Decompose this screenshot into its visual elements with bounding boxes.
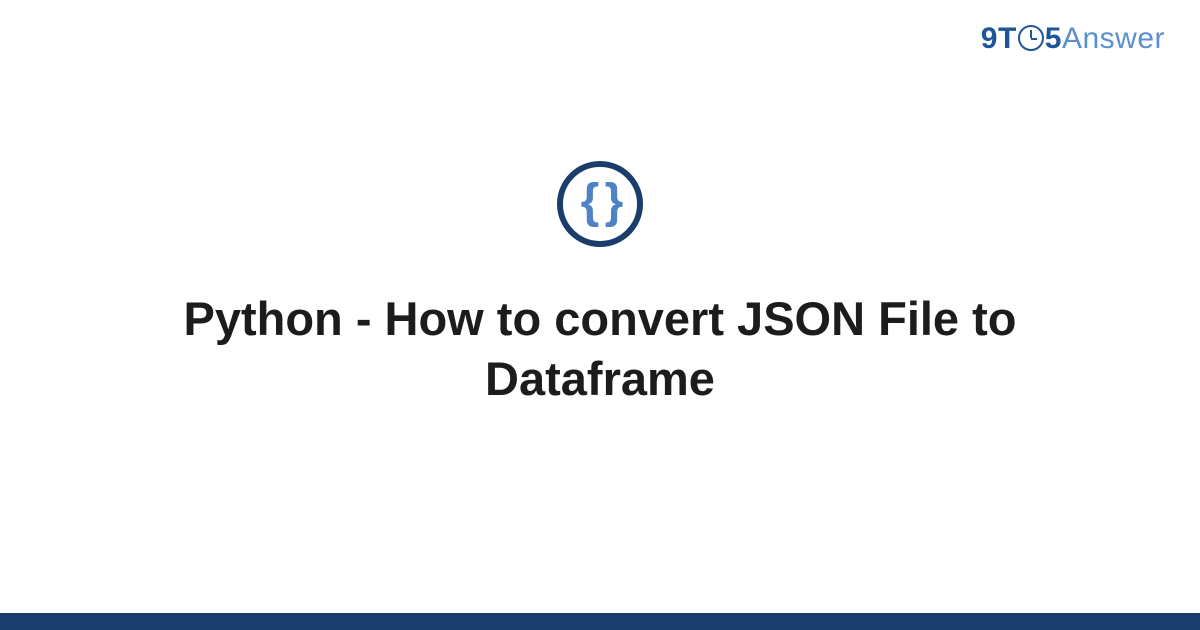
page-title: Python - How to convert JSON File to Dat…	[75, 289, 1125, 409]
braces-glyph: { }	[581, 178, 620, 226]
main-content: { } Python - How to convert JSON File to…	[0, 0, 1200, 630]
json-braces-icon: { }	[557, 161, 643, 247]
footer-bar	[0, 613, 1200, 630]
